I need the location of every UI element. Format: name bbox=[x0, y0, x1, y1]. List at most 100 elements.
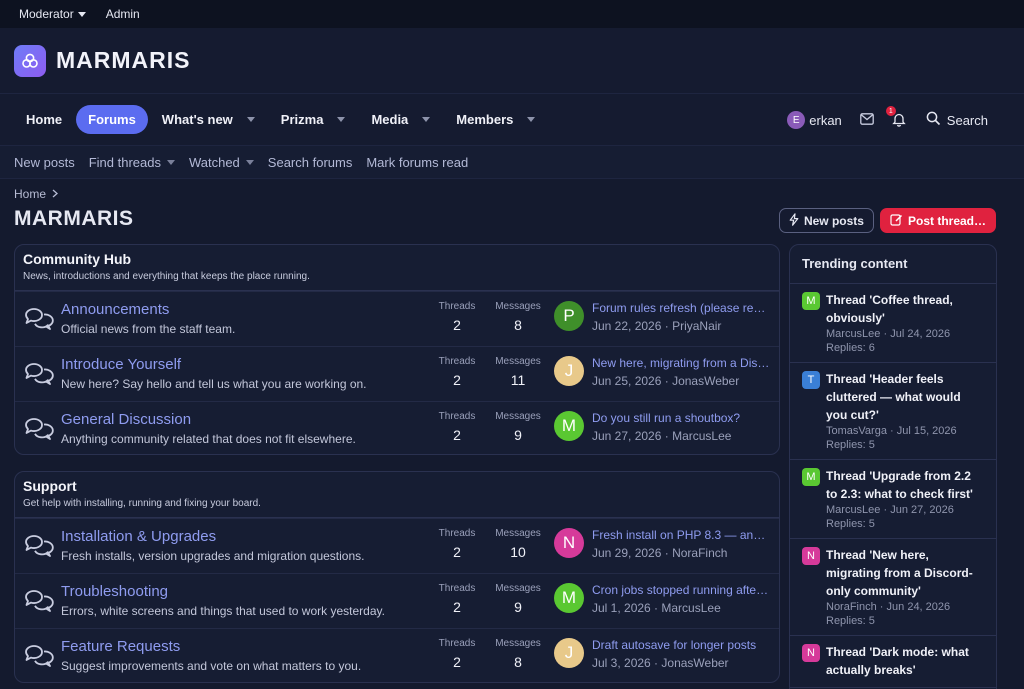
trending-item: M Thread 'Upgrade from 2.2 to 2.3: what t… bbox=[790, 460, 996, 539]
forum-title-link[interactable]: Announcements bbox=[61, 301, 235, 318]
nav-tab-prizma[interactable]: Prizma bbox=[269, 105, 358, 134]
last-post: P Forum rules refresh (please read) Jun 22… bbox=[554, 301, 770, 333]
avatar[interactable]: J bbox=[554, 356, 584, 386]
search-button[interactable]: Search bbox=[926, 111, 988, 129]
last-post-title-link[interactable]: Fresh install on PHP 8.3 — anything to w… bbox=[592, 528, 770, 542]
forum-node: Installation & Upgrades Fresh installs, v… bbox=[15, 518, 779, 573]
avatar[interactable]: P bbox=[554, 301, 584, 331]
last-post-title-link[interactable]: Do you still run a shoutbox? bbox=[592, 411, 770, 425]
subnav-label: Mark forums read bbox=[366, 154, 469, 170]
chat-bubbles-icon bbox=[23, 306, 55, 337]
category-support: Support Get help with installing, running… bbox=[14, 471, 780, 683]
moderator-menu[interactable]: Moderator bbox=[19, 7, 86, 21]
forum-title-link[interactable]: Introduce Yourself bbox=[61, 356, 367, 373]
trending-replies: Replies: 5 bbox=[826, 518, 875, 530]
subnav-new-posts[interactable]: New posts bbox=[14, 155, 75, 170]
nav-tab-home[interactable]: Home bbox=[14, 105, 74, 134]
nav-tab-media[interactable]: Media bbox=[359, 105, 442, 134]
avatar[interactable]: M bbox=[802, 468, 820, 486]
last-post-user[interactable]: JonasWeber bbox=[661, 656, 728, 670]
chevron-down-icon[interactable] bbox=[527, 117, 536, 122]
category-description: News, introductions and everything that … bbox=[23, 271, 310, 282]
user-menu[interactable]: E erkan bbox=[787, 111, 842, 129]
trending-user[interactable]: NoraFinch bbox=[826, 601, 877, 613]
forum-description: Official news from the staff team. bbox=[61, 322, 236, 336]
trending-title-link[interactable]: Thread 'Dark mode: what actually breaks' bbox=[826, 643, 984, 679]
last-post-date[interactable]: Jun 22, 2026 bbox=[592, 319, 661, 333]
chevron-down-icon[interactable] bbox=[245, 159, 254, 165]
forum-title-link[interactable]: Installation & Upgrades bbox=[61, 528, 365, 545]
forum-title-link[interactable]: Feature Requests bbox=[61, 638, 361, 655]
envelope-icon[interactable] bbox=[859, 112, 874, 128]
last-post-user[interactable]: PriyaNair bbox=[672, 319, 721, 333]
avatar[interactable]: T bbox=[802, 371, 820, 389]
avatar[interactable]: J bbox=[554, 638, 584, 668]
page-actions: New posts Post thread… bbox=[778, 208, 996, 233]
forum-title-link[interactable]: Troubleshooting bbox=[61, 583, 385, 600]
trending-replies: Replies: 5 bbox=[826, 439, 875, 451]
trending-title-link[interactable]: Thread 'Upgrade from 2.2 to 2.3: what to… bbox=[826, 467, 984, 503]
category-title[interactable]: Support bbox=[23, 478, 771, 494]
category-description: Get help with installing, running and fi… bbox=[23, 498, 261, 509]
trending-title-link[interactable]: Thread 'Coffee thread, obviously' bbox=[826, 291, 984, 327]
chevron-down-icon[interactable] bbox=[166, 159, 175, 165]
last-post-title-link[interactable]: New here, migrating from a Discord-only … bbox=[592, 356, 770, 370]
nav-tab-forums[interactable]: Forums bbox=[76, 105, 148, 134]
chat-bubbles-icon bbox=[23, 361, 55, 392]
last-post-title-link[interactable]: Draft autosave for longer posts bbox=[592, 638, 770, 652]
last-post-user[interactable]: MarcusLee bbox=[661, 601, 720, 615]
sub-nav: New posts Find threads Watched Search fo… bbox=[0, 146, 1024, 179]
last-post-date[interactable]: Jul 1, 2026 bbox=[592, 601, 651, 615]
nav-tab-members[interactable]: Members bbox=[444, 105, 547, 134]
messages-stat: Messages 9 bbox=[489, 583, 547, 615]
trending-user[interactable]: MarcusLee bbox=[826, 504, 880, 516]
chevron-down-icon[interactable] bbox=[246, 117, 255, 122]
last-post-title-link[interactable]: Cron jobs stopped running after the upda… bbox=[592, 583, 770, 597]
brand-name[interactable]: MARMARIS bbox=[56, 47, 191, 74]
logo-icon[interactable] bbox=[14, 44, 46, 77]
last-post-user[interactable]: MarcusLee bbox=[672, 429, 731, 443]
alerts-badge: 1 bbox=[885, 106, 896, 116]
last-post-user[interactable]: NoraFinch bbox=[672, 546, 727, 560]
trending-title-link[interactable]: Thread 'New here, migrating from a Disco… bbox=[826, 546, 984, 600]
avatar[interactable]: N bbox=[554, 528, 584, 558]
last-post-user[interactable]: JonasWeber bbox=[672, 374, 739, 388]
subnav-search-forums[interactable]: Search forums bbox=[268, 155, 353, 170]
avatar[interactable]: N bbox=[802, 644, 820, 662]
search-label: Search bbox=[946, 112, 988, 128]
avatar[interactable]: M bbox=[554, 411, 584, 441]
threads-label: Threads bbox=[438, 638, 476, 649]
subnav-mark-read[interactable]: Mark forums read bbox=[366, 155, 468, 170]
category-title[interactable]: Community Hub bbox=[23, 251, 771, 267]
post-thread-button[interactable]: Post thread… bbox=[879, 208, 996, 233]
nav-tab-label: What's new bbox=[161, 112, 233, 127]
last-post-date[interactable]: Jun 29, 2026 bbox=[592, 546, 661, 560]
chevron-down-icon[interactable] bbox=[337, 117, 346, 122]
admin-link[interactable]: Admin bbox=[106, 7, 140, 21]
subnav-watched[interactable]: Watched bbox=[189, 155, 254, 170]
avatar[interactable]: N bbox=[802, 547, 820, 565]
avatar[interactable]: M bbox=[554, 583, 584, 613]
subnav-find-threads[interactable]: Find threads bbox=[89, 155, 175, 170]
nav-tab-whats-new[interactable]: What's new bbox=[150, 105, 267, 134]
alerts-button[interactable]: 1 bbox=[885, 106, 908, 128]
last-post-date[interactable]: Jun 25, 2026 bbox=[592, 374, 661, 388]
trending-user[interactable]: MarcusLee bbox=[826, 328, 880, 340]
messages-count: 8 bbox=[514, 654, 522, 670]
node-main: Announcements Official news from the staf… bbox=[61, 301, 235, 336]
chevron-down-icon bbox=[77, 11, 86, 17]
messages-stat: Messages 8 bbox=[489, 301, 547, 333]
breadcrumb-home[interactable]: Home bbox=[14, 187, 46, 201]
trending-user[interactable]: TomasVarga bbox=[826, 425, 887, 437]
forum-title-link[interactable]: General Discussion bbox=[61, 411, 356, 428]
messages-label: Messages bbox=[495, 301, 541, 312]
last-post: J New here, migrating from a Discord-only… bbox=[554, 356, 770, 388]
trending-title-link[interactable]: Thread 'Header feels cluttered — what wo… bbox=[826, 370, 984, 424]
last-post-date[interactable]: Jun 27, 2026 bbox=[592, 429, 661, 443]
chevron-down-icon[interactable] bbox=[422, 117, 431, 122]
last-post-date[interactable]: Jul 3, 2026 bbox=[592, 656, 651, 670]
avatar[interactable]: M bbox=[802, 292, 820, 310]
new-posts-button[interactable]: New posts bbox=[778, 208, 874, 233]
last-post-title-link[interactable]: Forum rules refresh (please read) bbox=[592, 301, 770, 315]
trending-info: Thread 'Dark mode: what actually breaks' bbox=[826, 643, 984, 679]
